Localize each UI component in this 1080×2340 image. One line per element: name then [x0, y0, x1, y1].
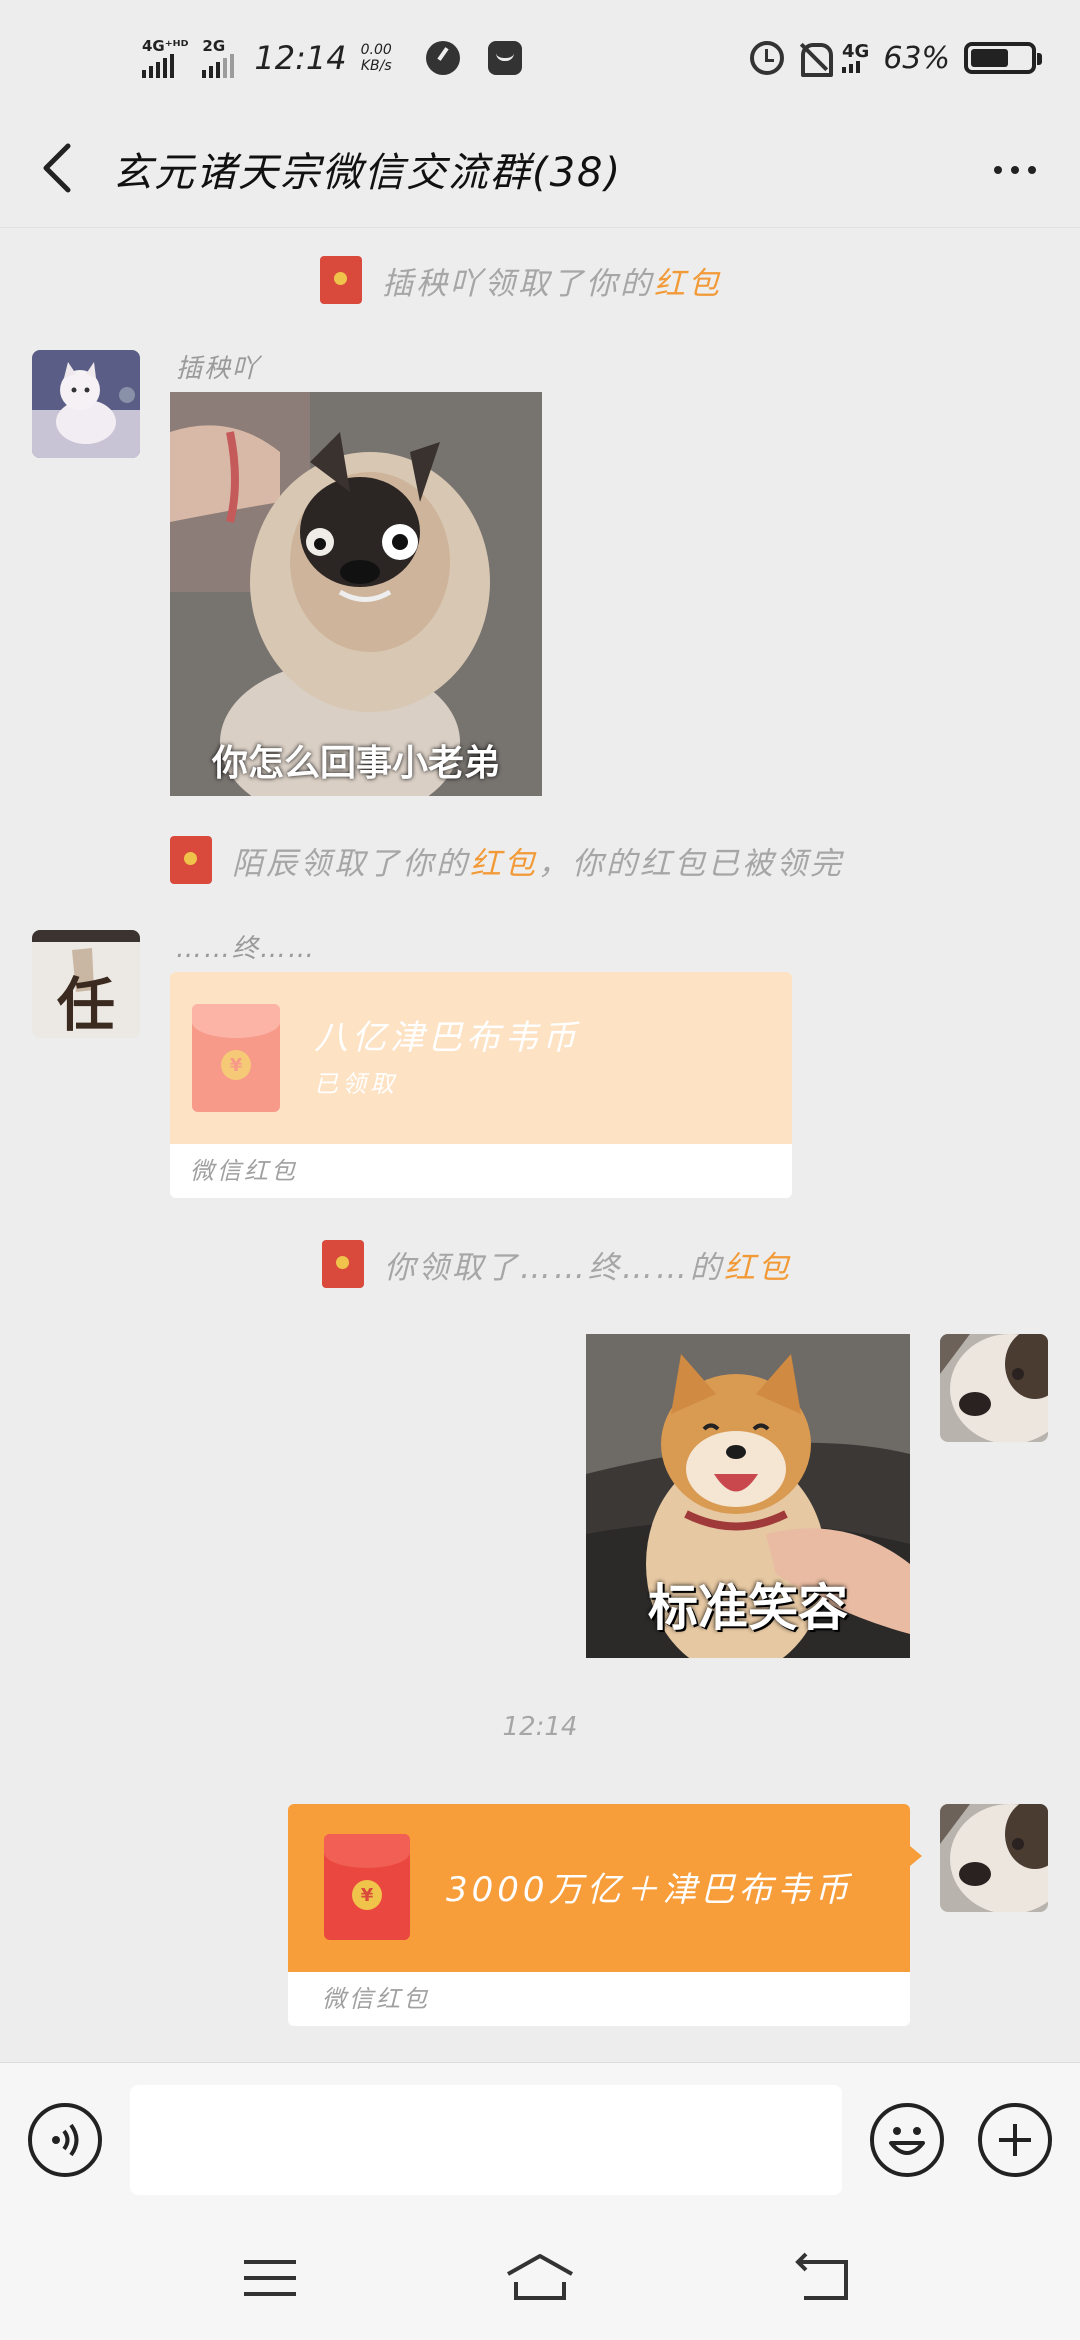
- coin-icon: ¥: [221, 1050, 251, 1080]
- bubble-tail: [910, 1846, 922, 1866]
- notice-text: 插秧吖领取了你的: [382, 265, 654, 302]
- red-packet-icon: [320, 256, 362, 304]
- emoji-icon: [889, 2127, 925, 2155]
- input-bar: [0, 2062, 1080, 2216]
- back-button[interactable]: [30, 136, 90, 200]
- red-packet-link[interactable]: 红包: [654, 258, 722, 303]
- battery-percent: 63%: [883, 40, 950, 76]
- envelope-icon: ¥: [324, 1834, 410, 1940]
- battery-icon: [964, 42, 1042, 74]
- red-packet-status: 已领取: [314, 1070, 398, 1098]
- clock: 12:14: [254, 39, 347, 77]
- sender-name: ……终……: [176, 934, 317, 964]
- self-avatar[interactable]: [940, 1804, 1048, 1912]
- chevron-left-icon: [43, 143, 71, 193]
- timer-icon: [425, 41, 460, 75]
- menu-icon: [244, 2260, 296, 2296]
- sim2-label: 2G: [202, 37, 226, 55]
- red-packet-icon: [322, 1240, 364, 1288]
- voice-button[interactable]: [28, 2103, 102, 2177]
- avatar-glyph: 任: [56, 971, 115, 1038]
- sticker-caption: 标准笑容: [648, 1579, 848, 1637]
- alarm-icon: [750, 41, 784, 75]
- more-dots-icon: [994, 166, 1002, 174]
- sticker-caption: 你怎么回事小老弟: [211, 743, 500, 784]
- bell-off-icon: [798, 41, 833, 77]
- emoji-button[interactable]: [870, 2103, 944, 2177]
- home-icon: [507, 2254, 573, 2300]
- system-notice: 你领取了……终……的 红包: [322, 1234, 792, 1294]
- system-nav-bar: [0, 2216, 1080, 2340]
- status-left: 4G⁺ᴴᴰ 2G 12:14 0.00 KB/s: [142, 28, 522, 88]
- speed-value: 0.00: [360, 42, 392, 58]
- timestamp: 12:14: [502, 1712, 578, 1742]
- sender-name: 插秧吖: [176, 354, 261, 384]
- envelope-icon: ¥: [192, 1004, 280, 1112]
- status-bar: 4G⁺ᴴᴰ 2G 12:14 0.00 KB/s 4G 63%: [0, 0, 1080, 110]
- sticker-image[interactable]: 标准笑容: [586, 1334, 910, 1658]
- coin-icon: ¥: [352, 1880, 382, 1910]
- network-label: 4G: [842, 41, 870, 62]
- voice-icon: [52, 2123, 79, 2157]
- red-packet-icon: [170, 836, 212, 884]
- avatar[interactable]: 任: [32, 930, 140, 1038]
- notice-text: 你领取了……终……的: [384, 1249, 724, 1286]
- signal-bars-icon: [202, 54, 235, 78]
- red-packet-title: 八亿津巴布韦币: [314, 1018, 580, 1058]
- notice-text: 陌辰领取了你的: [232, 845, 470, 882]
- system-notice: 陌辰领取了你的 红包 ，你的红包已被领完: [170, 830, 844, 890]
- system-notice: 插秧吖领取了你的 红包: [320, 250, 722, 310]
- sticker-image[interactable]: 你怎么回事小老弟: [170, 392, 542, 796]
- cat-avatar-image: [32, 350, 140, 458]
- network-right: 4G: [842, 43, 869, 73]
- speed-unit: KB/s: [360, 58, 392, 74]
- menu-nav-button[interactable]: [230, 2246, 310, 2310]
- signal-bars-icon: [842, 61, 860, 73]
- notification-icon: [487, 41, 522, 75]
- husky-avatar-image: [940, 1804, 1048, 1912]
- red-packet-body: ¥ 八亿津巴布韦币 已领取: [170, 972, 792, 1144]
- more-dot: [1011, 166, 1019, 174]
- more-dot: [1028, 166, 1036, 174]
- network-speed: 0.00 KB/s: [361, 42, 392, 74]
- red-packet-footer: 微信红包: [190, 1157, 298, 1185]
- husky-avatar-image: [940, 1334, 1048, 1442]
- status-right: 4G 63%: [750, 28, 1042, 88]
- red-packet-title: 3000万亿＋津巴布韦币: [446, 1870, 853, 1910]
- back-nav-icon: [795, 2252, 848, 2300]
- chat-header: 玄元诸天宗微信交流群(38): [0, 110, 1080, 228]
- notice-text-suffix: ，你的红包已被领完: [538, 845, 844, 882]
- red-packet-card[interactable]: ¥ 3000万亿＋津巴布韦币 微信红包: [288, 1804, 910, 2026]
- red-packet-link[interactable]: 红包: [470, 838, 538, 883]
- red-packet-link[interactable]: 红包: [724, 1242, 792, 1287]
- self-avatar[interactable]: [940, 1334, 1048, 1442]
- red-packet-body: ¥ 3000万亿＋津巴布韦币: [288, 1804, 910, 1972]
- red-packet-card[interactable]: ¥ 八亿津巴布韦币 已领取 微信红包: [170, 972, 792, 1198]
- message-input[interactable]: [130, 2085, 842, 2195]
- back-nav-button[interactable]: [784, 2246, 864, 2310]
- avatar[interactable]: [32, 350, 140, 458]
- more-button[interactable]: [980, 140, 1050, 200]
- chat-title: 玄元诸天宗微信交流群(38): [112, 150, 623, 196]
- sim2-signal: 2G: [202, 37, 235, 78]
- signal-bars-icon: [142, 54, 174, 78]
- home-nav-button[interactable]: [500, 2246, 580, 2310]
- red-packet-footer: 微信红包: [322, 1985, 430, 2013]
- sim1-label: 4G⁺ᴴᴰ: [142, 37, 189, 55]
- plus-button[interactable]: [978, 2103, 1052, 2177]
- sim1-signal: 4G⁺ᴴᴰ: [142, 38, 188, 78]
